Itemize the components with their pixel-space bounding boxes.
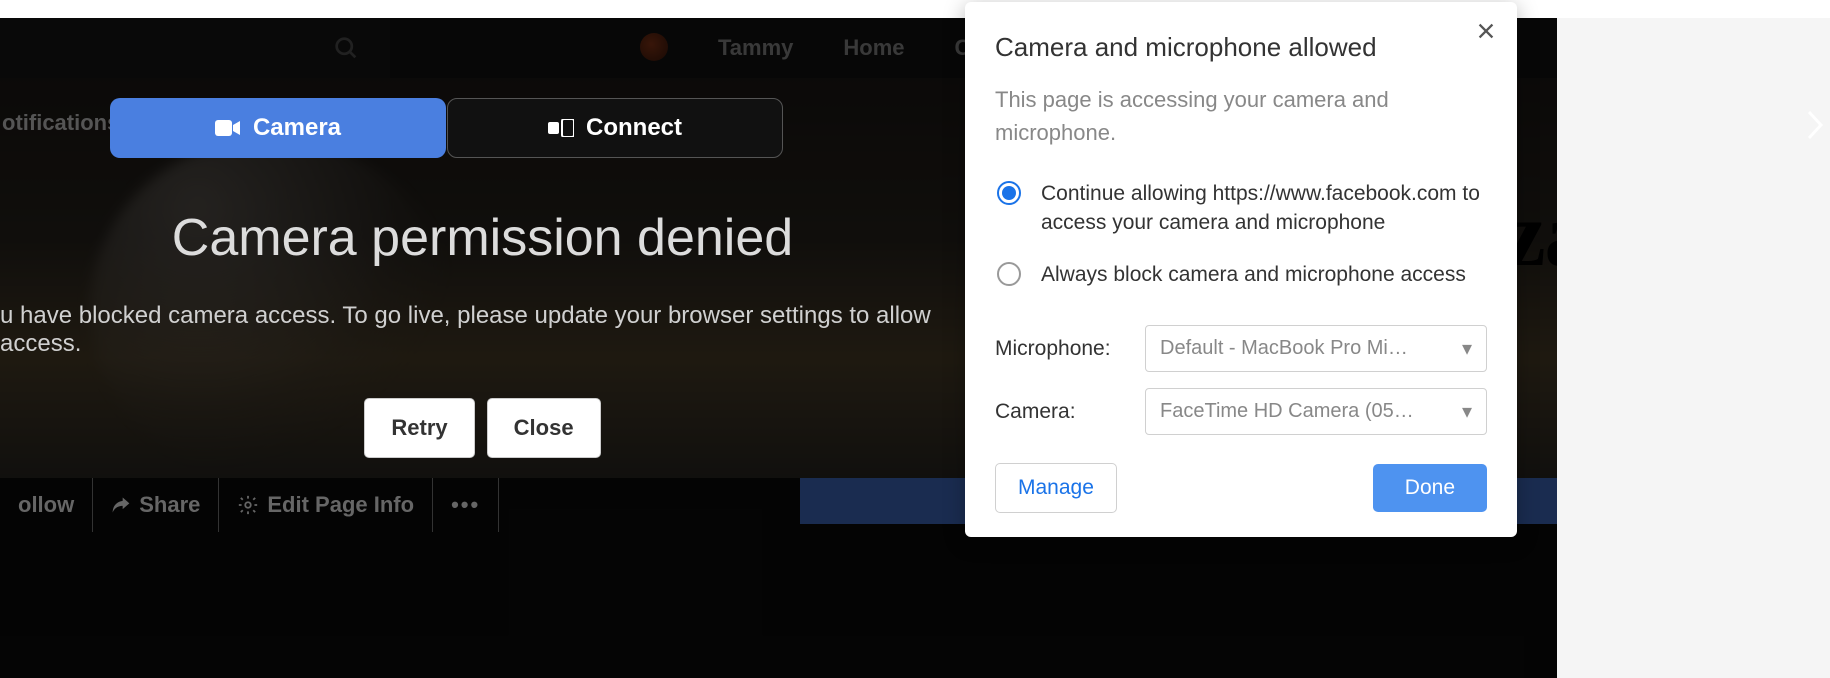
- denied-subtitle: u have blocked camera access. To go live…: [0, 302, 965, 358]
- browser-top-strip: [0, 0, 1830, 18]
- manage-button[interactable]: Manage: [995, 463, 1117, 513]
- tab-connect-label: Connect: [586, 114, 682, 142]
- share-label: Share: [139, 492, 200, 518]
- retry-button[interactable]: Retry: [364, 398, 474, 458]
- device-selects: Microphone: Default - MacBook Pro Mi… ▾ …: [995, 325, 1487, 435]
- denied-title: Camera permission denied: [0, 208, 965, 268]
- option-allow[interactable]: Continue allowing https://www.facebook.c…: [995, 173, 1487, 254]
- option-block-label: Always block camera and microphone acces…: [1041, 260, 1466, 289]
- radio-selected-icon: [997, 181, 1021, 205]
- chevron-down-icon: ▾: [1462, 399, 1472, 424]
- microphone-value: Default - MacBook Pro Mi…: [1160, 337, 1408, 360]
- page-actions: ollow Share Edit Page Info •••: [0, 478, 499, 532]
- chevron-down-icon: ▾: [1462, 336, 1472, 361]
- more-button[interactable]: •••: [433, 478, 499, 532]
- permission-actions: Manage Done: [995, 463, 1487, 513]
- browser-permission-popup: Camera and microphone allowed This page …: [965, 2, 1517, 537]
- subnav-notifications[interactable]: otifications: [2, 110, 119, 136]
- close-button[interactable]: Close: [487, 398, 601, 458]
- tab-row: Camera Connect: [110, 98, 783, 158]
- share-button[interactable]: Share: [93, 478, 219, 532]
- option-allow-label: Continue allowing https://www.facebook.c…: [1041, 179, 1487, 238]
- done-button[interactable]: Done: [1373, 464, 1487, 512]
- next-arrow[interactable]: [1800, 100, 1830, 150]
- microphone-select[interactable]: Default - MacBook Pro Mi… ▾: [1145, 325, 1487, 372]
- chevron-right-icon: [1805, 108, 1825, 142]
- follow-label: ollow: [18, 492, 74, 518]
- camera-value: FaceTime HD Camera (05…: [1160, 400, 1414, 423]
- permission-description: This page is accessing your camera and m…: [995, 83, 1487, 149]
- connect-icon: [548, 119, 574, 137]
- denied-buttons: Retry Close: [0, 398, 965, 458]
- camera-row: Camera: FaceTime HD Camera (05… ▾: [995, 388, 1487, 435]
- camera-label: Camera:: [995, 400, 1145, 424]
- tab-camera[interactable]: Camera: [110, 98, 446, 158]
- permission-title: Camera and microphone allowed: [995, 32, 1487, 63]
- share-icon: [111, 495, 131, 515]
- tab-camera-label: Camera: [253, 114, 341, 142]
- radio-unselected-icon: [997, 262, 1021, 286]
- camera-select[interactable]: FaceTime HD Camera (05… ▾: [1145, 388, 1487, 435]
- microphone-label: Microphone:: [995, 337, 1145, 361]
- edit-label: Edit Page Info: [267, 492, 414, 518]
- close-icon[interactable]: [1475, 20, 1497, 42]
- camera-icon: [215, 118, 241, 138]
- option-block[interactable]: Always block camera and microphone acces…: [995, 254, 1487, 305]
- tab-connect[interactable]: Connect: [447, 98, 783, 158]
- follow-button[interactable]: ollow: [0, 478, 93, 532]
- microphone-row: Microphone: Default - MacBook Pro Mi… ▾: [995, 325, 1487, 372]
- permission-options: Continue allowing https://www.facebook.c…: [995, 173, 1487, 305]
- permission-denied-panel: Camera permission denied u have blocked …: [0, 208, 965, 458]
- gear-icon: [237, 494, 259, 516]
- edit-page-button[interactable]: Edit Page Info: [219, 478, 433, 532]
